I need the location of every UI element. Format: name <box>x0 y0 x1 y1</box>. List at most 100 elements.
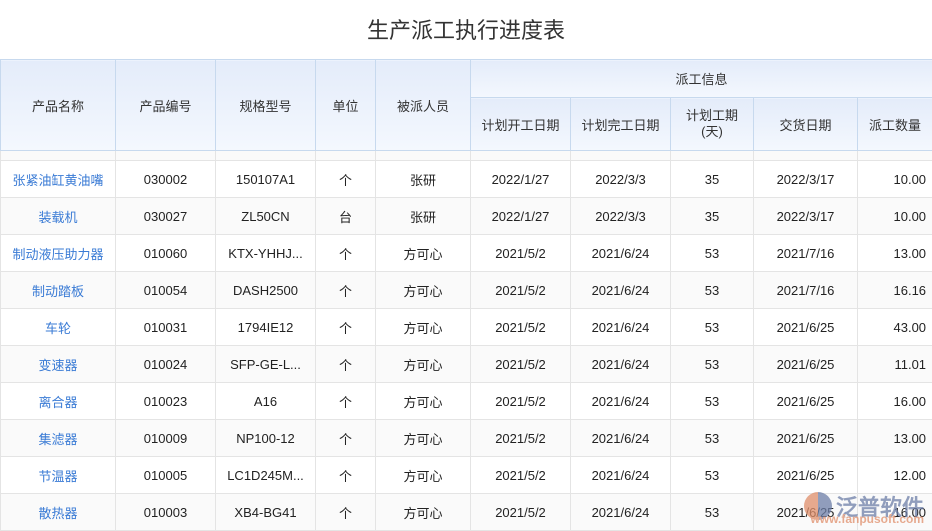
dispatch-qty-cell: 43.00 <box>858 309 932 346</box>
product-name-cell[interactable]: 散热器 <box>1 494 116 531</box>
product-code-cell: 010054 <box>116 272 216 309</box>
table-row[interactable]: 车轮0100311794IE12个方可心2021/5/22021/6/24532… <box>1 309 932 346</box>
product-name-cell[interactable]: 制动液压助力器 <box>1 235 116 272</box>
delivery-date-cell: 2022/3/17 <box>754 198 858 235</box>
plan-start-cell: 2022/1/27 <box>471 198 571 235</box>
assignee-cell: 方可心 <box>376 309 471 346</box>
product-code-cell: 010024 <box>116 346 216 383</box>
spec-cell: ZL50CN <box>216 198 316 235</box>
plan-start-cell: 2021/5/2 <box>471 272 571 309</box>
spec-cell: LC1D245M... <box>216 457 316 494</box>
product-name-cell[interactable]: 制动踏板 <box>1 272 116 309</box>
unit-cell: 个 <box>316 494 376 531</box>
assignee-cell: 方可心 <box>376 494 471 531</box>
header-days[interactable]: 计划工期(天) <box>671 98 754 151</box>
product-name-cell[interactable]: 装载机 <box>1 198 116 235</box>
product-code-cell: 010003 <box>116 494 216 531</box>
product-name-cell[interactable]: 离合器 <box>1 383 116 420</box>
delivery-date-cell: 2021/6/25 <box>754 383 858 420</box>
plan-start-cell: 2021/5/2 <box>471 457 571 494</box>
dispatch-table: 产品名称 产品编号 规格型号 单位 被派人员 派工信息 计划开工日期 计划完工日… <box>0 59 932 531</box>
assignee-cell: 方可心 <box>376 235 471 272</box>
watermark-url: www.fanpusoft.com <box>810 512 924 526</box>
dispatch-qty-cell: 10.00 <box>858 161 932 198</box>
product-code-cell: 010005 <box>116 457 216 494</box>
product-name-cell[interactable]: 张紧油缸黄油嘴 <box>1 161 116 198</box>
table-row[interactable]: 离合器010023A16个方可心2021/5/22021/6/24532021/… <box>1 383 932 420</box>
plan-start-cell: 2021/5/2 <box>471 420 571 457</box>
product-code-cell: 010031 <box>116 309 216 346</box>
spec-cell: XB4-BG41 <box>216 494 316 531</box>
plan-end-cell: 2021/6/24 <box>571 272 671 309</box>
plan-end-cell: 2021/6/24 <box>571 494 671 531</box>
plan-end-cell: 2022/3/3 <box>571 198 671 235</box>
spec-cell: 150107A1 <box>216 161 316 198</box>
dispatch-qty-cell: 13.00 <box>858 420 932 457</box>
product-code-cell: 010060 <box>116 235 216 272</box>
assignee-cell: 张研 <box>376 161 471 198</box>
table-row[interactable]: 散热器010003XB4-BG41个方可心2021/5/22021/6/2453… <box>1 494 932 531</box>
assignee-cell: 方可心 <box>376 272 471 309</box>
header-spec[interactable]: 规格型号 <box>216 60 316 151</box>
header-end[interactable]: 计划完工日期 <box>571 98 671 151</box>
table-row[interactable]: 变速器010024SFP-GE-L...个方可心2021/5/22021/6/2… <box>1 346 932 383</box>
dispatch-qty-cell: 11.01 <box>858 346 932 383</box>
assignee-cell: 方可心 <box>376 420 471 457</box>
plan-end-cell: 2021/6/24 <box>571 457 671 494</box>
plan-end-cell: 2021/6/24 <box>571 309 671 346</box>
plan-days-cell: 53 <box>671 494 754 531</box>
plan-days-cell: 53 <box>671 346 754 383</box>
unit-cell: 个 <box>316 272 376 309</box>
header-person[interactable]: 被派人员 <box>376 60 471 151</box>
plan-start-cell: 2022/1/27 <box>471 161 571 198</box>
unit-cell: 个 <box>316 383 376 420</box>
plan-days-cell: 53 <box>671 272 754 309</box>
product-code-cell: 010023 <box>116 383 216 420</box>
header-qty[interactable]: 派工数量 <box>858 98 932 151</box>
unit-cell: 个 <box>316 457 376 494</box>
spec-cell: SFP-GE-L... <box>216 346 316 383</box>
delivery-date-cell: 2021/6/25 <box>754 420 858 457</box>
spec-cell: DASH2500 <box>216 272 316 309</box>
product-name-cell[interactable]: 车轮 <box>1 309 116 346</box>
watermark: 泛普软件 www.fanpusoft.com <box>804 490 924 522</box>
table-row[interactable]: 张紧油缸黄油嘴030002150107A1个张研2022/1/272022/3/… <box>1 161 932 198</box>
table-row[interactable]: 制动液压助力器010060KTX-YHHJ...个方可心2021/5/22021… <box>1 235 932 272</box>
assignee-cell: 方可心 <box>376 346 471 383</box>
plan-days-cell: 35 <box>671 161 754 198</box>
delivery-date-cell: 2021/6/25 <box>754 457 858 494</box>
plan-days-cell: 53 <box>671 420 754 457</box>
header-name[interactable]: 产品名称 <box>1 60 116 151</box>
plan-days-cell: 35 <box>671 198 754 235</box>
header-unit[interactable]: 单位 <box>316 60 376 151</box>
header-start[interactable]: 计划开工日期 <box>471 98 571 151</box>
product-name-cell[interactable]: 集滤器 <box>1 420 116 457</box>
table-row[interactable]: 制动踏板010054DASH2500个方可心2021/5/22021/6/245… <box>1 272 932 309</box>
plan-start-cell: 2021/5/2 <box>471 309 571 346</box>
dispatch-qty-cell: 16.00 <box>858 383 932 420</box>
product-name-cell[interactable]: 变速器 <box>1 346 116 383</box>
table-row[interactable]: 集滤器010009NP100-12个方可心2021/5/22021/6/2453… <box>1 420 932 457</box>
delivery-date-cell: 2021/6/25 <box>754 309 858 346</box>
dispatch-qty-cell: 13.00 <box>858 235 932 272</box>
dispatch-qty-cell: 12.00 <box>858 457 932 494</box>
product-name-cell[interactable]: 节温器 <box>1 457 116 494</box>
table-row[interactable]: 节温器010005LC1D245M...个方可心2021/5/22021/6/2… <box>1 457 932 494</box>
plan-end-cell: 2021/6/24 <box>571 420 671 457</box>
header-delivery[interactable]: 交货日期 <box>754 98 858 151</box>
plan-days-cell: 53 <box>671 383 754 420</box>
plan-end-cell: 2022/3/3 <box>571 161 671 198</box>
plan-start-cell: 2021/5/2 <box>471 494 571 531</box>
unit-cell: 个 <box>316 309 376 346</box>
delivery-date-cell: 2021/7/16 <box>754 272 858 309</box>
unit-cell: 个 <box>316 161 376 198</box>
spec-cell: NP100-12 <box>216 420 316 457</box>
plan-end-cell: 2021/6/24 <box>571 346 671 383</box>
plan-end-cell: 2021/6/24 <box>571 235 671 272</box>
delivery-date-cell: 2022/3/17 <box>754 161 858 198</box>
unit-cell: 个 <box>316 420 376 457</box>
unit-cell: 个 <box>316 346 376 383</box>
spec-cell: A16 <box>216 383 316 420</box>
header-code[interactable]: 产品编号 <box>116 60 216 151</box>
table-row[interactable]: 装载机030027ZL50CN台张研2022/1/272022/3/335202… <box>1 198 932 235</box>
